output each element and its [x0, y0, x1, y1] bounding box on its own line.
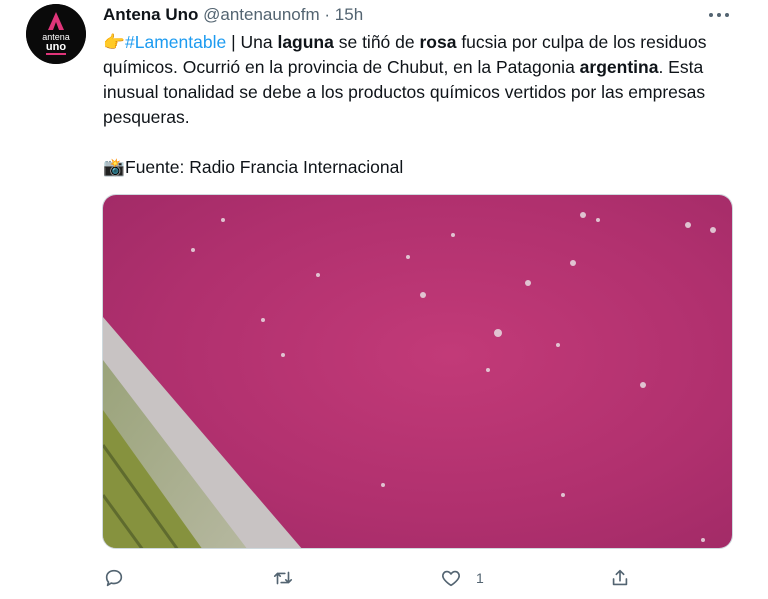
pink-lagoon-photo — [103, 195, 732, 548]
source-text: Fuente: Radio Francia Internacional — [125, 157, 404, 177]
retweet-button[interactable] — [272, 562, 294, 594]
bold-word: rosa — [419, 32, 457, 52]
like-button[interactable]: 1 — [440, 562, 484, 594]
svg-text:uno: uno — [46, 41, 66, 53]
tweet-body: 👉#Lamentable | Una laguna se tiñó de ros… — [103, 30, 743, 130]
camera-icon: 📸 — [103, 157, 125, 177]
share-icon — [612, 569, 628, 586]
tweet-text: 👉#Lamentable | Una laguna se tiñó de ros… — [103, 30, 743, 180]
bold-word: laguna — [277, 32, 334, 52]
handle[interactable]: @antenaunofm — [203, 5, 320, 24]
tweet-header: Antena Uno @antenaunofm · 15h — [103, 4, 363, 26]
more-icon — [709, 13, 713, 17]
tweet-card[interactable]: antena uno Antena Uno @antenaunofm · 15h… — [0, 0, 768, 599]
hashtag-link[interactable]: #Lamentable — [125, 32, 226, 52]
heart-icon — [442, 570, 460, 587]
antena-uno-logo-icon: antena uno — [26, 4, 86, 64]
bold-word: argentina — [579, 57, 659, 77]
text-segment: | Una — [226, 32, 278, 52]
share-button[interactable] — [609, 562, 631, 594]
pointing-hand-icon: 👉 — [103, 32, 125, 52]
retweet-icon — [273, 571, 293, 585]
separator: · — [324, 5, 331, 24]
reply-icon — [105, 569, 123, 587]
tweet-source-line: 📸Fuente: Radio Francia Internacional — [103, 155, 743, 180]
display-name[interactable]: Antena Uno — [103, 5, 198, 24]
like-count: 1 — [476, 570, 484, 586]
more-options-button[interactable] — [704, 4, 734, 26]
text-segment: se tiñó de — [333, 32, 420, 52]
tweet-image[interactable] — [102, 194, 733, 549]
timestamp[interactable]: 15h — [335, 5, 363, 24]
avatar[interactable]: antena uno — [26, 4, 86, 64]
reply-button[interactable] — [103, 562, 125, 594]
tweet-actions: 1 — [0, 562, 768, 594]
